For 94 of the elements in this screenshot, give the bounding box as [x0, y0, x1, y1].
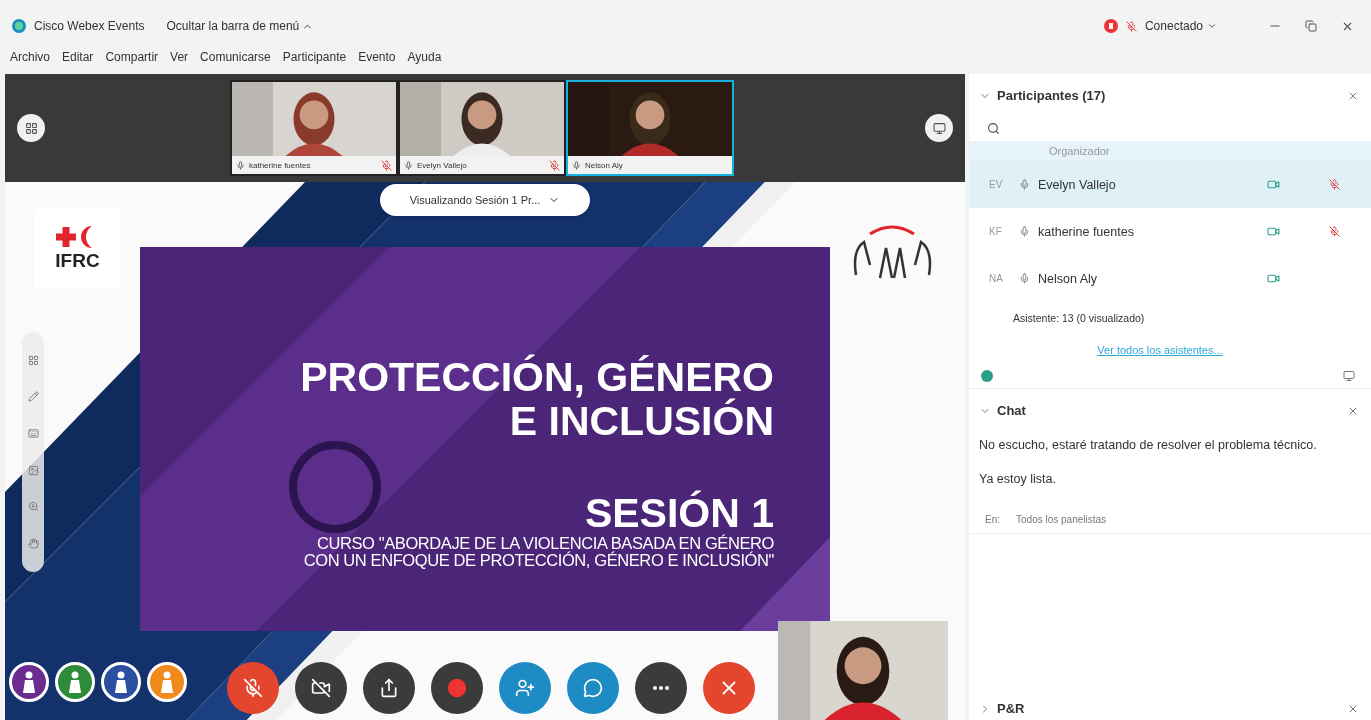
video-icon: [1267, 178, 1280, 191]
menu-item[interactable]: Ver: [170, 50, 189, 64]
panel-options-button[interactable]: [1343, 370, 1355, 382]
audio-icon: [1019, 226, 1030, 237]
record-button[interactable]: [431, 662, 483, 714]
session-title: SESIÓN 1: [584, 491, 774, 535]
muted-mic-icon: [381, 159, 392, 171]
menu-item[interactable]: Ayuda: [407, 50, 442, 64]
slide-title: PROTECCIÓN, GÉNERO: [300, 355, 774, 399]
menu-item[interactable]: Evento: [358, 50, 396, 64]
app-title: Cisco Webex Events: [34, 19, 145, 33]
recipient-dropdown[interactable]: Todos los panelistas: [1016, 514, 1107, 525]
tool-button[interactable]: [27, 354, 39, 366]
more-icon: [653, 686, 669, 690]
initials: EV: [989, 179, 1004, 190]
search-icon: [987, 121, 1000, 135]
participant-row[interactable]: KF katherine fuentes: [969, 208, 1371, 255]
attendee-count: Asistente: 13 (0 visualizado): [1012, 311, 1146, 324]
participant-name: katherine fuentes: [1038, 224, 1135, 239]
view-button[interactable]: [925, 114, 953, 142]
pencil-icon: [27, 391, 39, 403]
panel-title: P&R: [997, 701, 1026, 716]
more-button[interactable]: [635, 662, 687, 714]
image-icon: [27, 464, 39, 476]
video-icon: [1267, 225, 1280, 238]
hand-icon: [27, 538, 39, 550]
caret-icon: [1207, 21, 1217, 31]
video-icon: [1267, 272, 1280, 285]
participant-name: Evelyn Vallejo: [1038, 177, 1117, 192]
recipient-label: En:: [985, 514, 1000, 525]
audio-icon: [1019, 273, 1030, 284]
initials: NA: [989, 273, 1004, 284]
menu-item[interactable]: Compartir: [105, 50, 159, 64]
leave-button[interactable]: [703, 662, 755, 714]
panel-title: Chat: [997, 403, 1027, 418]
video-thumbnail[interactable]: Nelson Aly: [566, 80, 734, 176]
initials: KF: [989, 226, 1003, 237]
panel-title: Participantes (17): [997, 88, 1107, 103]
grid-icon: [27, 354, 39, 366]
video-thumbnail[interactable]: katherine fuentes: [230, 80, 398, 176]
person-icon: [515, 678, 535, 698]
chat-message: Ya estoy lista.: [978, 471, 1057, 488]
monitor-icon: [1343, 370, 1355, 382]
keyboard-icon: [27, 428, 39, 440]
menu-item[interactable]: Comunicarse: [200, 50, 271, 64]
slide-subtitle: CON UN ENFOQUE DE PROTECCIÓN, GÉNERO E INCLUSIÓN": [303, 552, 774, 569]
share-icon: [379, 678, 399, 698]
muted-mic-icon: [1329, 226, 1340, 237]
hide-menu-button[interactable]: Ocultar la barra de menú: [166, 19, 314, 33]
status-icon: [981, 370, 993, 382]
participant-row[interactable]: EV Evelyn Vallejo: [969, 161, 1371, 208]
menu-item[interactable]: Participante: [282, 50, 347, 64]
participant-name: katherine fuentes: [249, 160, 312, 170]
status-dropdown[interactable]: Conectado: [1144, 19, 1217, 33]
grid-icon: [24, 121, 38, 135]
participant-name: Nelson Aly: [1038, 271, 1099, 286]
monitor-icon: [932, 121, 946, 135]
video-off-icon: [311, 678, 331, 698]
video-button[interactable]: [295, 662, 347, 714]
slide-subtitle: CURSO "ABORDAJE DE LA VIOLENCIA BASADA EN GÉNERO: [316, 535, 774, 552]
muted-mic-icon: [1125, 20, 1137, 32]
participant-name: Nelson Aly: [585, 160, 624, 170]
share-button[interactable]: [363, 662, 415, 714]
zoom-icon: [27, 501, 39, 513]
chat-message: No escucho, estaré tratando de resolver el problema técnico.: [978, 437, 1318, 454]
menu-item[interactable]: Editar: [62, 50, 94, 64]
webex-logo-icon: [12, 19, 26, 33]
audio-icon: [572, 160, 581, 170]
slide-title: E INCLUSIÓN: [509, 399, 774, 443]
muted-mic-icon: [1329, 179, 1340, 190]
tool-button[interactable]: [27, 538, 39, 550]
muted-mic-icon: [549, 159, 560, 171]
tool-button[interactable]: [27, 428, 39, 440]
participants-button[interactable]: [499, 662, 551, 714]
audio-icon: [236, 160, 245, 170]
tool-button[interactable]: [27, 391, 39, 403]
audio-icon: [1019, 179, 1030, 190]
participant-name: Evelyn Vallejo: [417, 160, 468, 170]
chat-icon: [583, 678, 603, 698]
menu-item[interactable]: Archivo: [10, 50, 50, 64]
record-icon: [447, 678, 467, 698]
tool-button[interactable]: [27, 501, 39, 513]
layout-button[interactable]: [17, 114, 45, 142]
restore-icon: [1305, 20, 1317, 32]
viewing-dropdown[interactable]: Visualizando Sesión 1 Pr...: [380, 184, 590, 216]
logo-text: IFRC: [55, 250, 100, 272]
tool-button[interactable]: [27, 464, 39, 476]
group-label: Organizador: [1049, 145, 1110, 157]
audio-icon: [404, 160, 413, 170]
video-thumbnail[interactable]: Evelyn Vallejo: [398, 80, 566, 176]
chat-button[interactable]: [567, 662, 619, 714]
recording-icon: [1103, 19, 1118, 33]
muted-mic-icon: [243, 678, 263, 698]
participant-row[interactable]: NA Nelson Aly: [969, 255, 1371, 302]
